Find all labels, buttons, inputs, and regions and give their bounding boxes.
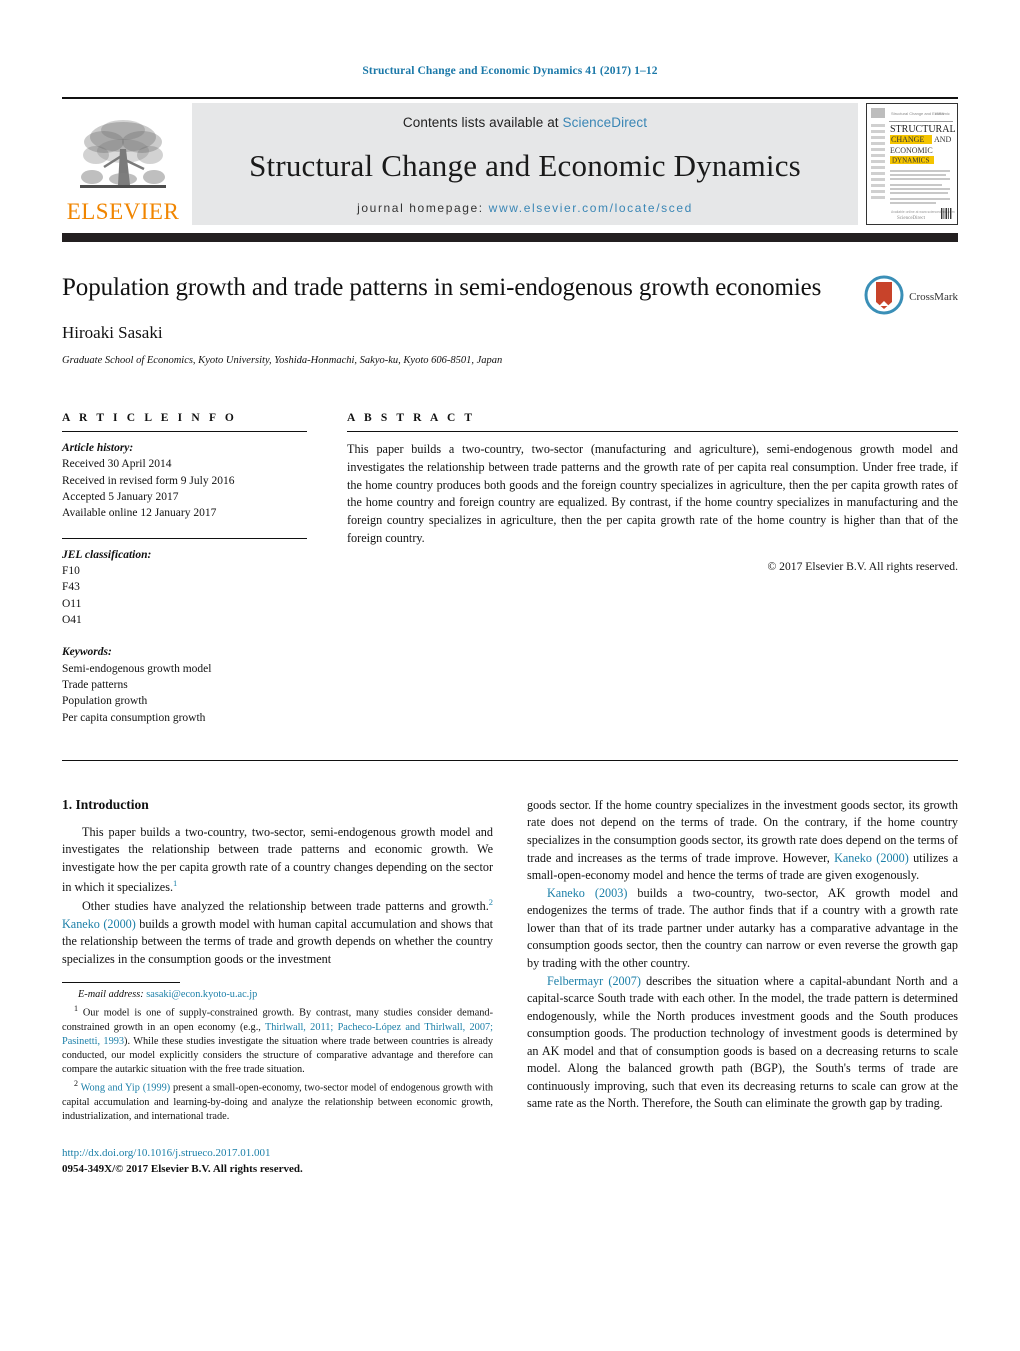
citation-link[interactable]: Kaneko (2003) xyxy=(547,886,627,900)
elsevier-tree-icon xyxy=(74,115,172,199)
svg-text:ISSN: ISSN xyxy=(935,111,944,116)
sciencedirect-link[interactable]: ScienceDirect xyxy=(563,115,648,130)
article-history-group: Article history: Received 30 April 2014 … xyxy=(62,440,307,522)
jel-code: O11 xyxy=(62,597,82,610)
citation-link[interactable]: Kaneko (2000) xyxy=(834,851,909,865)
body-columns: 1. Introduction This paper builds a two-… xyxy=(62,797,958,1178)
svg-text:STRUCTURAL: STRUCTURAL xyxy=(890,124,956,135)
citation-link[interactable]: Felbermayr (2007) xyxy=(547,974,641,988)
elsevier-wordmark: ELSEVIER xyxy=(66,198,180,224)
author-name: Hiroaki Sasaki xyxy=(62,323,163,342)
citation-link[interactable]: Thirlwall, 2011; Pacheco-López and Thirl… xyxy=(62,1022,493,1047)
footnote-marker: 2 xyxy=(74,1079,78,1089)
masthead-dark-bar xyxy=(62,232,958,242)
citation-link[interactable]: Wong and Yip (1999) xyxy=(81,1083,171,1094)
keyword-item: Trade patterns xyxy=(62,678,128,691)
abstract-copyright: © 2017 Elsevier B.V. All rights reserved… xyxy=(767,559,958,573)
page-title: Population growth and trade patterns in … xyxy=(62,273,822,301)
doi-link[interactable]: http://dx.doi.org/10.1016/j.strueco.2017… xyxy=(62,1146,493,1162)
homepage-label: journal homepage: xyxy=(357,200,484,215)
history-item: Received in revised form 9 July 2016 xyxy=(62,474,235,487)
paragraph: Felbermayr (2007) describes the situatio… xyxy=(527,973,958,1111)
article-info-rule xyxy=(62,431,307,432)
article-page: Structural Change and Economic Dynamics … xyxy=(0,0,1020,1351)
abstract-rule xyxy=(347,431,958,432)
contents-available-line: Contents lists available at ScienceDirec… xyxy=(403,115,647,130)
abstract-heading: A B S T R A C T xyxy=(347,412,476,424)
crossmark-badge[interactable]: CrossMark xyxy=(864,275,958,320)
svg-text:ScienceDirect: ScienceDirect xyxy=(897,216,926,221)
article-history-label: Article history: xyxy=(62,442,134,454)
crossmark-label: CrossMark xyxy=(909,291,958,303)
homepage-url[interactable]: www.elsevier.com/locate/sced xyxy=(489,201,693,215)
right-column: goods sector. If the home country specia… xyxy=(527,797,958,1178)
footnote-item: 2 Wong and Yip (1999) present a small-op… xyxy=(62,1079,493,1123)
left-column: 1. Introduction This paper builds a two-… xyxy=(62,797,493,1178)
jel-rule xyxy=(62,537,307,539)
footnote-marker: 1 xyxy=(74,1003,78,1013)
journal-cover-thumbnail[interactable]: Structural Change and Economic ISSN STRU… xyxy=(866,102,958,225)
email-label: E-mail address: xyxy=(78,988,144,1000)
section-heading-introduction: 1. Introduction xyxy=(62,796,149,812)
jel-group: JEL classification: F10 F43 O11 O41 xyxy=(62,547,307,629)
author-affiliation: Graduate School of Economics, Kyoto Univ… xyxy=(62,355,503,366)
info-abstract-section: A R T I C L E I N F O Article history: R… xyxy=(62,412,958,726)
email-link[interactable]: sasaki@econ.kyoto-u.ac.jp xyxy=(146,989,257,1000)
elsevier-logo[interactable]: ELSEVIER xyxy=(62,103,184,225)
history-item: Available online 12 January 2017 xyxy=(62,507,217,520)
title-block: Population growth and trade patterns in … xyxy=(62,273,958,367)
article-info-heading: A R T I C L E I N F O xyxy=(62,412,237,424)
svg-text:CHANGE: CHANGE xyxy=(891,135,924,144)
keywords-label: Keywords: xyxy=(62,646,112,659)
crossmark-logo-icon xyxy=(864,275,904,320)
doi-block: http://dx.doi.org/10.1016/j.strueco.2017… xyxy=(62,1146,493,1178)
jel-label: JEL classification: xyxy=(62,548,152,561)
article-info-column: A R T I C L E I N F O Article history: R… xyxy=(62,412,307,726)
jel-code: O41 xyxy=(62,613,82,626)
paragraph: goods sector. If the home country specia… xyxy=(527,797,958,883)
footnote-rule xyxy=(62,981,180,983)
jel-code: F10 xyxy=(62,564,80,577)
history-item: Received 30 April 2014 xyxy=(62,458,172,471)
issn-copyright-line: 0954-349X/© 2017 Elsevier B.V. All right… xyxy=(62,1163,303,1176)
masthead-top-rule xyxy=(62,96,958,99)
journal-masthead: ELSEVIER Contents lists available at Sci… xyxy=(62,102,958,225)
running-head: Structural Change and Economic Dynamics … xyxy=(362,65,658,77)
abstract-column: A B S T R A C T This paper builds a two-… xyxy=(347,412,958,726)
journal-title: Structural Change and Economic Dynamics xyxy=(249,148,801,183)
keywords-group: Keywords: Semi-endogenous growth model T… xyxy=(62,644,307,726)
svg-text:DYNAMICS: DYNAMICS xyxy=(892,156,929,164)
journal-homepage-line: journal homepage: www.elsevier.com/locat… xyxy=(357,201,693,215)
footnote-block: E-mail address: sasaki@econ.kyoto-u.ac.j… xyxy=(62,981,494,1125)
paragraph: This paper builds a two-country, two-sec… xyxy=(62,824,493,894)
footnote-marker[interactable]: 1 xyxy=(173,878,177,888)
keyword-item: Semi-endogenous growth model xyxy=(62,662,212,675)
citation-link[interactable]: Kaneko (2000) xyxy=(62,917,136,931)
abstract-bottom-divider xyxy=(62,759,958,761)
masthead-band: Contents lists available at ScienceDirec… xyxy=(192,102,858,225)
paragraph: Other studies have analyzed the relation… xyxy=(62,897,493,966)
svg-text:ECONOMIC: ECONOMIC xyxy=(890,146,933,155)
contents-prefix: Contents lists available at xyxy=(402,114,563,130)
history-item: Accepted 5 January 2017 xyxy=(62,490,179,503)
footnote-email: E-mail address: sasaki@econ.kyoto-u.ac.j… xyxy=(62,988,493,1002)
jel-code: F43 xyxy=(62,581,80,594)
footnote-marker[interactable]: 2 xyxy=(489,897,493,907)
footnote-item: 1 Our model is one of supply-constrained… xyxy=(62,1003,494,1076)
keyword-item: Population growth xyxy=(62,695,148,708)
paragraph: Kaneko (2003) builds a two-country, two-… xyxy=(527,885,958,970)
svg-text:AND: AND xyxy=(934,135,952,144)
abstract-text: This paper builds a two-country, two-sec… xyxy=(347,442,958,546)
svg-text:Available online at www.scienc: Available online at www.sciencedirect.co… xyxy=(891,210,955,214)
keyword-item: Per capita consumption growth xyxy=(62,711,206,724)
